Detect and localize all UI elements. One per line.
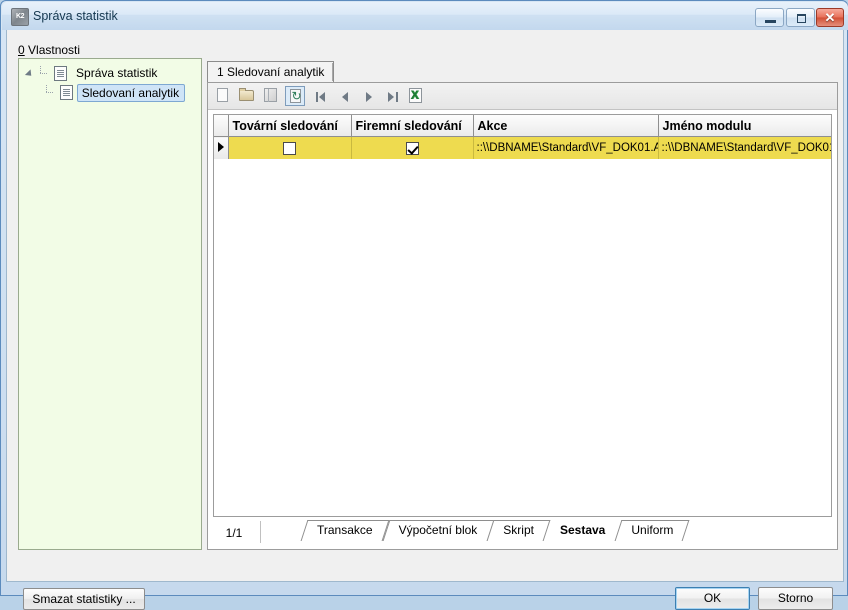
column-header-akce[interactable]: Akce bbox=[473, 115, 659, 137]
refresh-icon[interactable] bbox=[285, 86, 305, 106]
delete-statistics-button[interactable]: Smazat statistiky ... bbox=[23, 588, 145, 610]
checkbox-firemni-sledovani[interactable] bbox=[405, 141, 419, 155]
open-icon[interactable] bbox=[237, 86, 257, 106]
properties-accel-key: 0 bbox=[18, 43, 25, 57]
next-triangle bbox=[366, 92, 372, 102]
cell-tovarni-sledovani[interactable] bbox=[228, 136, 352, 159]
content-pane: Tovární sledování Firemní sledování Akce… bbox=[207, 82, 838, 550]
document-icon bbox=[53, 66, 67, 81]
status-separator bbox=[260, 521, 261, 543]
bottom-tab-vypocetni-blok[interactable]: Výpočetní blok bbox=[382, 520, 494, 541]
tree-item-sledovani-analytik[interactable]: Sledovaní analytik bbox=[19, 83, 201, 102]
excel-glyph bbox=[408, 88, 422, 103]
box-glyph bbox=[264, 88, 277, 102]
last-bar bbox=[396, 92, 398, 102]
close-button[interactable]: ✕ bbox=[816, 8, 844, 27]
prev-icon[interactable] bbox=[336, 86, 354, 106]
bottom-tab-sestava[interactable]: Sestava bbox=[547, 520, 618, 541]
tab-separator bbox=[332, 63, 333, 81]
column-header-tovarni[interactable]: Tovární sledování bbox=[228, 115, 352, 137]
bottom-tab-label: Sestava bbox=[559, 523, 606, 537]
bottom-tab-skript[interactable]: Skript bbox=[486, 520, 551, 541]
last-icon[interactable] bbox=[384, 86, 402, 106]
row-selector-cell[interactable] bbox=[214, 136, 229, 159]
grid-toolbar bbox=[208, 83, 837, 110]
tree-item-sprava-statistik[interactable]: Správa statistik bbox=[19, 64, 201, 82]
checkbox-tovarni-sledovani[interactable] bbox=[283, 141, 296, 155]
window-title: Správa statistik bbox=[33, 9, 118, 23]
maximize-icon bbox=[797, 14, 806, 23]
bottom-tab-transakce[interactable]: Transakce bbox=[300, 520, 389, 541]
archive-icon[interactable] bbox=[261, 86, 281, 106]
table-row[interactable]: ::\\DBNAME\Standard\VF_DOK01.AM ::\\DBNA… bbox=[214, 136, 831, 159]
excel-export-icon[interactable] bbox=[406, 86, 426, 106]
cancel-button[interactable]: Storno bbox=[758, 587, 833, 610]
new-icon[interactable] bbox=[213, 86, 233, 106]
bottom-tab-label: Uniform bbox=[631, 523, 674, 537]
application-window: K2 Správa statistik ✕ 0 Vlastnosti Správ… bbox=[0, 0, 848, 610]
cell-modul[interactable]: ::\\DBNAME\Standard\VF_DOK01.AM bbox=[658, 136, 831, 159]
last-triangle bbox=[388, 92, 394, 102]
tab-strip: 1 Sledovaní analytik bbox=[207, 61, 838, 83]
ok-button[interactable]: OK bbox=[675, 587, 750, 610]
bottom-tab-label: Transakce bbox=[317, 523, 373, 537]
column-header-modul[interactable]: Jméno modulu bbox=[658, 115, 831, 137]
minimize-icon bbox=[765, 20, 776, 23]
first-icon[interactable] bbox=[312, 86, 330, 106]
tree-item-label: Sledovaní analytik bbox=[76, 84, 186, 102]
grid-table: Tovární sledování Firemní sledování Akce… bbox=[214, 115, 831, 159]
properties-label-text: Vlastnosti bbox=[24, 43, 81, 57]
first-triangle bbox=[319, 92, 325, 102]
grid-header-row: Tovární sledování Firemní sledování Akce… bbox=[214, 115, 831, 137]
tree-item-label: Správa statistik bbox=[76, 66, 158, 80]
cell-firemni-sledovani[interactable] bbox=[351, 136, 474, 159]
column-header-firemni[interactable]: Firemní sledování bbox=[351, 115, 474, 137]
data-grid[interactable]: Tovární sledování Firemní sledování Akce… bbox=[213, 114, 832, 517]
bottom-tab-uniform[interactable]: Uniform bbox=[614, 520, 690, 541]
new-doc-glyph bbox=[217, 88, 228, 102]
bottom-tab-label: Výpočetní blok bbox=[398, 523, 478, 537]
first-bar bbox=[316, 92, 318, 102]
next-icon[interactable] bbox=[360, 86, 378, 106]
expand-triangle-icon[interactable] bbox=[26, 64, 36, 82]
maximize-button[interactable] bbox=[786, 8, 815, 27]
bottom-tab-strip: Transakce Výpočetní blok Skript Sestava … bbox=[300, 520, 690, 542]
client-area: 0 Vlastnosti Správa statistik Sledovaní … bbox=[6, 30, 844, 610]
title-bar[interactable]: K2 Správa statistik ✕ bbox=[2, 2, 848, 30]
folder-glyph bbox=[239, 88, 254, 101]
prev-triangle bbox=[342, 92, 348, 102]
tab-sledovani-analytik[interactable]: 1 Sledovaní analytik bbox=[207, 61, 335, 83]
row-selector-header bbox=[214, 115, 229, 137]
properties-tree[interactable]: Správa statistik Sledovaní analytik bbox=[18, 58, 202, 550]
close-icon: ✕ bbox=[824, 10, 836, 25]
tree-dotted-line bbox=[39, 64, 50, 82]
bottom-tab-label: Skript bbox=[503, 523, 534, 537]
tree-dotted-line bbox=[45, 83, 56, 101]
k2-app-icon: K2 bbox=[11, 8, 29, 26]
cell-akce[interactable]: ::\\DBNAME\Standard\VF_DOK01.AM bbox=[473, 136, 659, 159]
minimize-button[interactable] bbox=[755, 8, 784, 27]
documents-icon bbox=[60, 83, 75, 100]
page-indicator: 1/1 bbox=[225, 526, 243, 540]
refresh-glyph bbox=[290, 88, 302, 104]
properties-label: 0 Vlastnosti bbox=[18, 43, 80, 57]
